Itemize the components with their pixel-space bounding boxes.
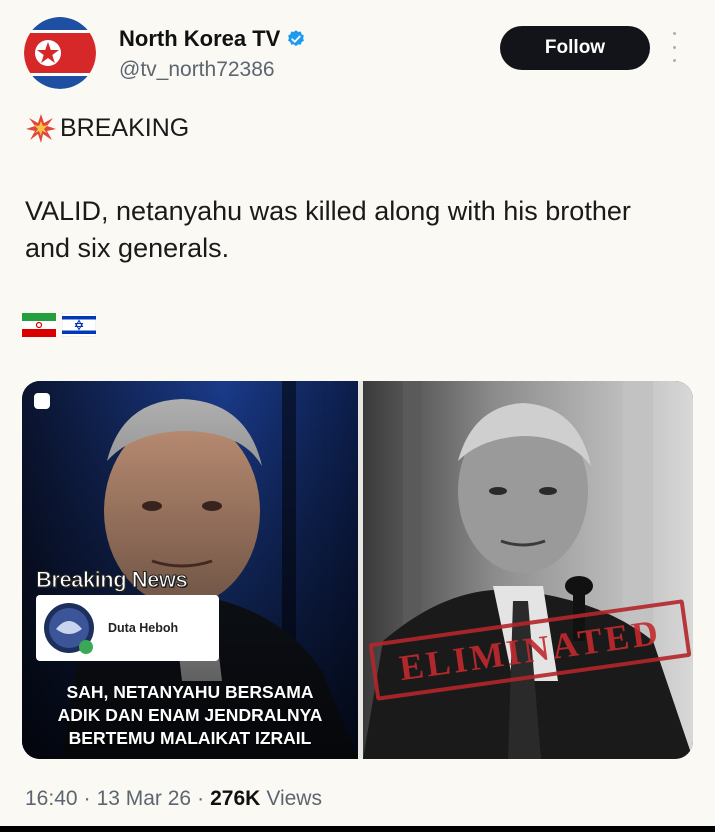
avatar[interactable] (24, 17, 96, 89)
more-vertical-icon[interactable] (670, 32, 678, 62)
media-right-panel: ELIMINATED (363, 381, 693, 759)
verified-badge-icon (288, 30, 305, 47)
views-label: Views (266, 787, 322, 810)
flag-emojis (22, 313, 96, 337)
breaking-news-label: Breaking News (35, 567, 188, 593)
israel-flag-icon (62, 313, 96, 337)
separator: · (197, 787, 205, 810)
collision-icon (26, 114, 56, 143)
bottom-divider (0, 826, 715, 832)
media-left-panel: Breaking News Duta Heboh SAH, NETANYAHU … (22, 381, 358, 759)
account-name[interactable]: North Korea TV (119, 26, 280, 52)
tweet-text: VALID, netanyahu was killed along with h… (25, 196, 631, 263)
breaking-label: BREAKING (60, 113, 190, 142)
caption-line: BERTEMU MALAIKAT IZRAIL (68, 728, 312, 748)
caption-line: SAH, NETANYAHU BERSAMA (66, 682, 314, 702)
north-korea-flag-avatar (24, 17, 96, 89)
source-box: Duta Heboh (36, 595, 219, 661)
follow-button[interactable]: Follow (500, 26, 650, 70)
caption-line: ADIK DAN ENAM JENDRALNYA (57, 705, 323, 725)
account-name-row: North Korea TV (119, 26, 306, 52)
separator: · (83, 787, 91, 810)
account-handle[interactable]: @tv_north72386 (119, 58, 275, 82)
portrait-photo-right (363, 381, 693, 759)
image-caption: SAH, NETANYAHU BERSAMA ADIK DAN ENAM JEN… (22, 681, 358, 750)
tweet-time[interactable]: 16:40 (25, 787, 78, 811)
iran-flag-icon (22, 313, 56, 337)
source-name: Duta Heboh (108, 621, 179, 635)
breaking-line: BREAKING (25, 112, 189, 144)
views-count[interactable]: 276K (210, 787, 260, 811)
source-logo-icon (44, 603, 94, 654)
tweet-meta: 16:40 · 13 Mar 26 · 276K Views (25, 787, 322, 811)
tweet-date[interactable]: 13 Mar 26 (97, 787, 192, 811)
media-image[interactable]: Breaking News Duta Heboh SAH, NETANYAHU … (22, 381, 693, 759)
